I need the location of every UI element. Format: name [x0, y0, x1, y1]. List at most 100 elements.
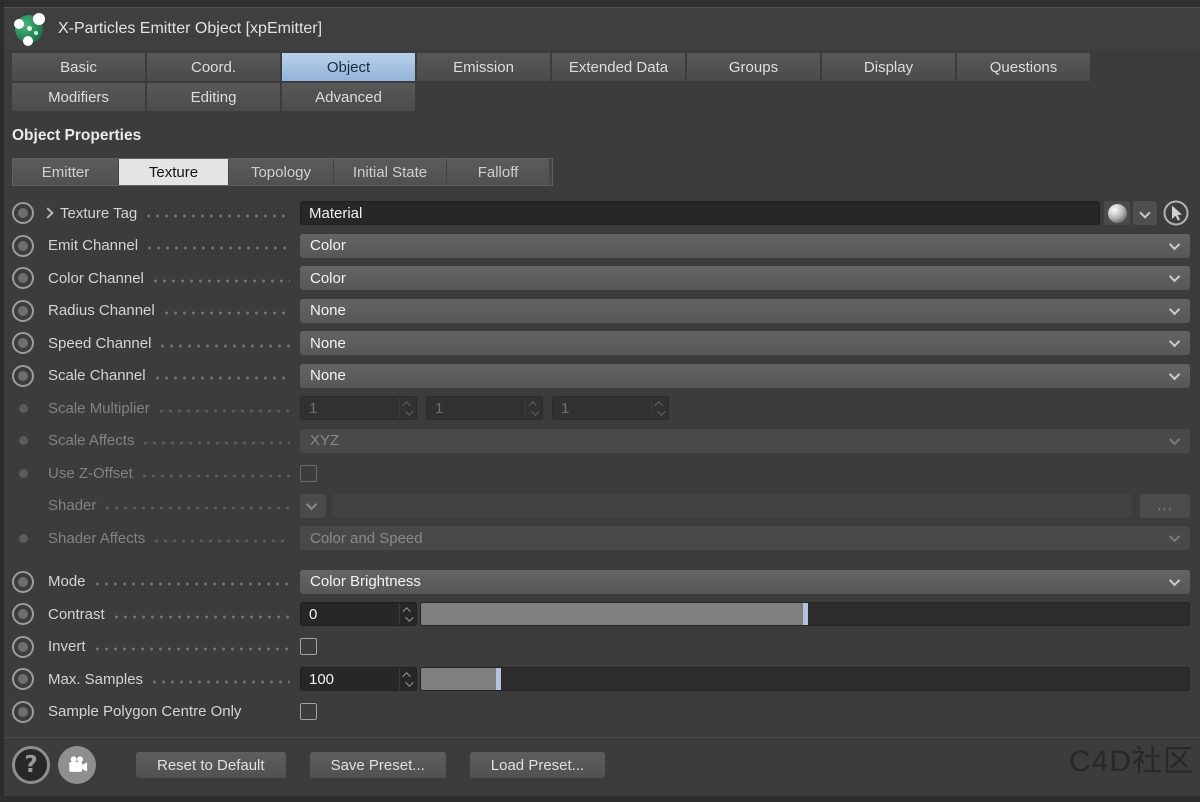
spinner-down-icon[interactable] [405, 613, 413, 621]
keyframe-circle-icon[interactable] [12, 701, 34, 723]
pick-object-icon[interactable] [1162, 199, 1190, 227]
tab-questions[interactable]: Questions [957, 53, 1090, 81]
speed-channel-select[interactable]: None [300, 331, 1190, 355]
sample-polygon-checkbox[interactable] [300, 703, 317, 720]
subtab-bar: Emitter Texture Topology Initial State F… [12, 158, 553, 186]
row-use-z-offset: Use Z-Offset [0, 457, 1200, 490]
radius-channel-select[interactable]: None [300, 299, 1190, 323]
tab-advanced[interactable]: Advanced [282, 83, 415, 111]
tab-coord[interactable]: Coord. [147, 53, 280, 81]
keyframe-circle-icon[interactable] [12, 235, 34, 257]
tab-basic[interactable]: Basic [12, 53, 145, 81]
speed-channel-label: Speed Channel [48, 335, 151, 352]
keyframe-circle-icon[interactable] [12, 668, 34, 690]
dotted-leader [157, 405, 290, 417]
load-preset-button[interactable]: Load Preset... [470, 752, 605, 778]
row-max-samples: Max. Samples [0, 663, 1200, 696]
scale-multiplier-x-field [300, 396, 417, 420]
subtab-emitter[interactable]: Emitter [13, 159, 119, 185]
texture-tag-input[interactable] [309, 205, 1091, 222]
color-channel-select[interactable]: Color [300, 266, 1190, 290]
emit-channel-select[interactable]: Color [300, 234, 1190, 258]
slider-handle[interactable] [496, 668, 501, 690]
scale-channel-select[interactable]: None [300, 364, 1190, 388]
tab-modifiers[interactable]: Modifiers [12, 83, 145, 111]
tab-editing[interactable]: Editing [147, 83, 280, 111]
save-preset-button[interactable]: Save Preset... [310, 752, 446, 778]
mode-label: Mode [48, 573, 86, 590]
row-scale-channel: Scale Channel None [0, 360, 1200, 393]
chevron-down-icon [1169, 531, 1180, 542]
invert-checkbox[interactable] [300, 638, 317, 655]
scale-multiplier-label: Scale Multiplier [48, 400, 150, 417]
parameter-list: Texture Tag Emit Channel [0, 197, 1200, 728]
speed-channel-value: None [310, 335, 346, 352]
subtab-initial-state[interactable]: Initial State [334, 159, 447, 185]
tab-display[interactable]: Display [822, 53, 955, 81]
shader-affects-value: Color and Speed [310, 530, 423, 547]
video-help-button[interactable] [58, 746, 96, 784]
reset-to-default-button[interactable]: Reset to Default [136, 752, 286, 778]
tab-extended-data[interactable]: Extended Data [552, 53, 685, 81]
scale-affects-value: XYZ [310, 432, 339, 449]
row-shader: Shader ... [0, 490, 1200, 523]
max-samples-input[interactable] [301, 671, 399, 688]
max-samples-field[interactable] [300, 667, 417, 691]
use-z-offset-checkbox [300, 465, 317, 482]
mode-select[interactable]: Color Brightness [300, 570, 1190, 594]
keyframe-dot-icon [12, 469, 34, 478]
chevron-down-icon [306, 499, 317, 510]
spinner-control[interactable] [399, 603, 416, 625]
slider-handle[interactable] [803, 603, 808, 625]
keyframe-circle-icon[interactable] [12, 636, 34, 658]
keyframe-circle-icon[interactable] [12, 332, 34, 354]
color-channel-label: Color Channel [48, 270, 144, 287]
dotted-leader [153, 372, 290, 384]
texture-tag-dropdown-button[interactable] [1133, 201, 1157, 225]
spinner-down-icon [657, 407, 665, 415]
material-thumbnail-button[interactable] [1104, 201, 1130, 225]
shader-dropdown-button [300, 494, 326, 518]
keyframe-circle-icon[interactable] [12, 202, 34, 224]
subtab-topology[interactable]: Topology [229, 159, 334, 185]
emit-channel-label: Emit Channel [48, 237, 138, 254]
dotted-leader [162, 307, 290, 319]
dotted-leader [145, 242, 290, 254]
keyframe-circle-icon[interactable] [12, 300, 34, 322]
question-icon: ? [24, 752, 37, 778]
scale-channel-label: Scale Channel [48, 367, 146, 384]
subtab-texture[interactable]: Texture [119, 159, 229, 185]
shader-label: Shader [48, 497, 96, 514]
subtab-falloff[interactable]: Falloff [447, 159, 549, 185]
contrast-field[interactable] [300, 602, 417, 626]
scale-multiplier-y-field [426, 396, 543, 420]
window-title: X-Particles Emitter Object [xpEmitter] [58, 20, 322, 38]
keyframe-circle-icon[interactable] [12, 267, 34, 289]
use-z-offset-label: Use Z-Offset [48, 465, 133, 482]
spinner-control[interactable] [399, 668, 416, 690]
contrast-label: Contrast [48, 606, 105, 623]
scale-multiplier-z-field [552, 396, 669, 420]
keyframe-dot-icon [12, 534, 34, 543]
contrast-slider[interactable] [420, 602, 1190, 626]
tab-emission[interactable]: Emission [417, 53, 550, 81]
row-emit-channel: Emit Channel Color [0, 230, 1200, 263]
spinner-down-icon[interactable] [405, 678, 413, 686]
shader-browse-button: ... [1140, 494, 1190, 518]
dotted-leader [150, 676, 290, 688]
invert-label: Invert [48, 638, 86, 655]
help-button[interactable]: ? [12, 746, 50, 784]
expander-chevron-icon[interactable] [42, 208, 53, 219]
keyframe-circle-icon[interactable] [12, 603, 34, 625]
color-channel-value: Color [310, 270, 346, 287]
texture-tag-field[interactable] [300, 201, 1100, 225]
tab-groups[interactable]: Groups [687, 53, 820, 81]
window-bottom-edge [0, 796, 1200, 802]
chevron-down-icon [1169, 434, 1180, 445]
tab-object[interactable]: Object [282, 53, 415, 81]
contrast-input[interactable] [301, 606, 399, 623]
keyframe-circle-icon[interactable] [12, 365, 34, 387]
chevron-down-icon [1169, 369, 1180, 380]
keyframe-circle-icon[interactable] [12, 571, 34, 593]
max-samples-slider[interactable] [420, 667, 1190, 691]
